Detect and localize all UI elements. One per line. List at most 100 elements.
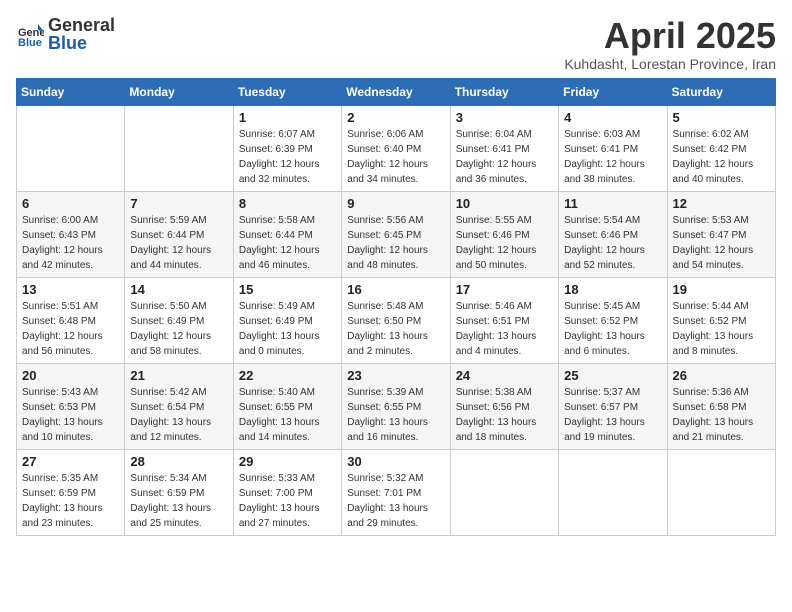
calendar-day: 10 Sunrise: 5:55 AM Sunset: 6:46 PM Dayli…	[450, 191, 558, 277]
day-info: Sunrise: 5:40 AM Sunset: 6:55 PM Dayligh…	[239, 385, 336, 445]
day-info: Sunrise: 5:37 AM Sunset: 6:57 PM Dayligh…	[564, 385, 661, 445]
day-number: 4	[564, 110, 661, 125]
calendar-day: 30 Sunrise: 5:32 AM Sunset: 7:01 PM Dayli…	[342, 449, 450, 535]
day-number: 28	[130, 454, 227, 469]
day-info: Sunrise: 5:49 AM Sunset: 6:49 PM Dayligh…	[239, 299, 336, 359]
day-number: 30	[347, 454, 444, 469]
calendar-week-4: 20Sunrise: 5:43 AM Sunset: 6:53 PM Dayli…	[17, 363, 776, 449]
weekday-header-sunday: Sunday	[17, 78, 125, 105]
day-number: 11	[564, 196, 661, 211]
calendar-day	[559, 449, 667, 535]
calendar-day: 26Sunrise: 5:36 AM Sunset: 6:58 PM Dayli…	[667, 363, 775, 449]
logo-blue-text: Blue	[48, 34, 115, 52]
calendar-day: 11 Sunrise: 5:54 AM Sunset: 6:46 PM Dayli…	[559, 191, 667, 277]
weekday-header-thursday: Thursday	[450, 78, 558, 105]
day-info: Sunrise: 5:33 AM Sunset: 7:00 PM Dayligh…	[239, 471, 336, 531]
calendar-day: 15 Sunrise: 5:49 AM Sunset: 6:49 PM Dayli…	[233, 277, 341, 363]
title-block: April 2025 Kuhdasht, Lorestan Province, …	[564, 16, 776, 72]
day-number: 2	[347, 110, 444, 125]
day-number: 14	[130, 282, 227, 297]
calendar-day: 22 Sunrise: 5:40 AM Sunset: 6:55 PM Dayli…	[233, 363, 341, 449]
calendar-day: 13 Sunrise: 5:51 AM Sunset: 6:48 PM Dayli…	[17, 277, 125, 363]
day-info: Sunrise: 5:38 AM Sunset: 6:56 PM Dayligh…	[456, 385, 553, 445]
weekday-header-saturday: Saturday	[667, 78, 775, 105]
calendar-day: 3 Sunrise: 6:04 AM Sunset: 6:41 PM Daylig…	[450, 105, 558, 191]
day-info: Sunrise: 5:58 AM Sunset: 6:44 PM Dayligh…	[239, 213, 336, 273]
day-number: 5	[673, 110, 770, 125]
day-info: Sunrise: 5:51 AM Sunset: 6:48 PM Dayligh…	[22, 299, 119, 359]
day-number: 1	[239, 110, 336, 125]
day-info: Sunrise: 5:59 AM Sunset: 6:44 PM Dayligh…	[130, 213, 227, 273]
day-info: Sunrise: 5:42 AM Sunset: 6:54 PM Dayligh…	[130, 385, 227, 445]
calendar-day	[450, 449, 558, 535]
calendar-day: 28 Sunrise: 5:34 AM Sunset: 6:59 PM Dayli…	[125, 449, 233, 535]
day-info: Sunrise: 6:03 AM Sunset: 6:41 PM Dayligh…	[564, 127, 661, 187]
day-number: 26	[673, 368, 770, 383]
day-info: Sunrise: 6:00 AM Sunset: 6:43 PM Dayligh…	[22, 213, 119, 273]
day-info: Sunrise: 5:34 AM Sunset: 6:59 PM Dayligh…	[130, 471, 227, 531]
calendar-day: 24 Sunrise: 5:38 AM Sunset: 6:56 PM Dayli…	[450, 363, 558, 449]
calendar-week-5: 27Sunrise: 5:35 AM Sunset: 6:59 PM Dayli…	[17, 449, 776, 535]
day-number: 23	[347, 368, 444, 383]
logo-general-text: General	[48, 16, 115, 34]
calendar-day: 4 Sunrise: 6:03 AM Sunset: 6:41 PM Daylig…	[559, 105, 667, 191]
day-number: 29	[239, 454, 336, 469]
calendar-day: 21 Sunrise: 5:42 AM Sunset: 6:54 PM Dayli…	[125, 363, 233, 449]
calendar-day: 8 Sunrise: 5:58 AM Sunset: 6:44 PM Daylig…	[233, 191, 341, 277]
weekday-header-row: SundayMondayTuesdayWednesdayThursdayFrid…	[17, 78, 776, 105]
weekday-header-monday: Monday	[125, 78, 233, 105]
day-info: Sunrise: 5:53 AM Sunset: 6:47 PM Dayligh…	[673, 213, 770, 273]
calendar-week-3: 13 Sunrise: 5:51 AM Sunset: 6:48 PM Dayli…	[17, 277, 776, 363]
main-title: April 2025	[564, 16, 776, 56]
day-info: Sunrise: 5:55 AM Sunset: 6:46 PM Dayligh…	[456, 213, 553, 273]
calendar-day: 2 Sunrise: 6:06 AM Sunset: 6:40 PM Daylig…	[342, 105, 450, 191]
calendar-day: 9 Sunrise: 5:56 AM Sunset: 6:45 PM Daylig…	[342, 191, 450, 277]
day-number: 15	[239, 282, 336, 297]
day-number: 21	[130, 368, 227, 383]
day-number: 13	[22, 282, 119, 297]
day-info: Sunrise: 5:32 AM Sunset: 7:01 PM Dayligh…	[347, 471, 444, 531]
calendar-day: 23 Sunrise: 5:39 AM Sunset: 6:55 PM Dayli…	[342, 363, 450, 449]
calendar-day: 20Sunrise: 5:43 AM Sunset: 6:53 PM Dayli…	[17, 363, 125, 449]
calendar-day: 17Sunrise: 5:46 AM Sunset: 6:51 PM Dayli…	[450, 277, 558, 363]
calendar-day	[17, 105, 125, 191]
day-number: 18	[564, 282, 661, 297]
calendar-day: 19 Sunrise: 5:44 AM Sunset: 6:52 PM Dayli…	[667, 277, 775, 363]
day-number: 24	[456, 368, 553, 383]
day-number: 22	[239, 368, 336, 383]
calendar-day: 27Sunrise: 5:35 AM Sunset: 6:59 PM Dayli…	[17, 449, 125, 535]
day-number: 7	[130, 196, 227, 211]
day-info: Sunrise: 5:44 AM Sunset: 6:52 PM Dayligh…	[673, 299, 770, 359]
day-number: 9	[347, 196, 444, 211]
subtitle: Kuhdasht, Lorestan Province, Iran	[564, 56, 776, 72]
calendar-day: 14Sunrise: 5:50 AM Sunset: 6:49 PM Dayli…	[125, 277, 233, 363]
calendar-day	[667, 449, 775, 535]
logo-icon: General Blue	[16, 20, 44, 48]
day-number: 19	[673, 282, 770, 297]
calendar-day: 29 Sunrise: 5:33 AM Sunset: 7:00 PM Dayli…	[233, 449, 341, 535]
calendar-day: 5 Sunrise: 6:02 AM Sunset: 6:42 PM Daylig…	[667, 105, 775, 191]
day-number: 16	[347, 282, 444, 297]
calendar-day	[125, 105, 233, 191]
day-number: 17	[456, 282, 553, 297]
day-info: Sunrise: 5:56 AM Sunset: 6:45 PM Dayligh…	[347, 213, 444, 273]
day-info: Sunrise: 5:39 AM Sunset: 6:55 PM Dayligh…	[347, 385, 444, 445]
calendar-day: 18Sunrise: 5:45 AM Sunset: 6:52 PM Dayli…	[559, 277, 667, 363]
day-info: Sunrise: 5:54 AM Sunset: 6:46 PM Dayligh…	[564, 213, 661, 273]
calendar-day: 25Sunrise: 5:37 AM Sunset: 6:57 PM Dayli…	[559, 363, 667, 449]
page-header: General Blue General Blue April 2025 Kuh…	[16, 16, 776, 72]
day-number: 12	[673, 196, 770, 211]
day-number: 6	[22, 196, 119, 211]
day-info: Sunrise: 5:35 AM Sunset: 6:59 PM Dayligh…	[22, 471, 119, 531]
day-info: Sunrise: 5:48 AM Sunset: 6:50 PM Dayligh…	[347, 299, 444, 359]
day-number: 3	[456, 110, 553, 125]
weekday-header-tuesday: Tuesday	[233, 78, 341, 105]
day-number: 10	[456, 196, 553, 211]
calendar-day: 7 Sunrise: 5:59 AM Sunset: 6:44 PM Daylig…	[125, 191, 233, 277]
logo: General Blue General Blue	[16, 16, 115, 52]
day-info: Sunrise: 6:02 AM Sunset: 6:42 PM Dayligh…	[673, 127, 770, 187]
day-number: 8	[239, 196, 336, 211]
day-info: Sunrise: 6:04 AM Sunset: 6:41 PM Dayligh…	[456, 127, 553, 187]
day-info: Sunrise: 5:43 AM Sunset: 6:53 PM Dayligh…	[22, 385, 119, 445]
day-info: Sunrise: 6:06 AM Sunset: 6:40 PM Dayligh…	[347, 127, 444, 187]
